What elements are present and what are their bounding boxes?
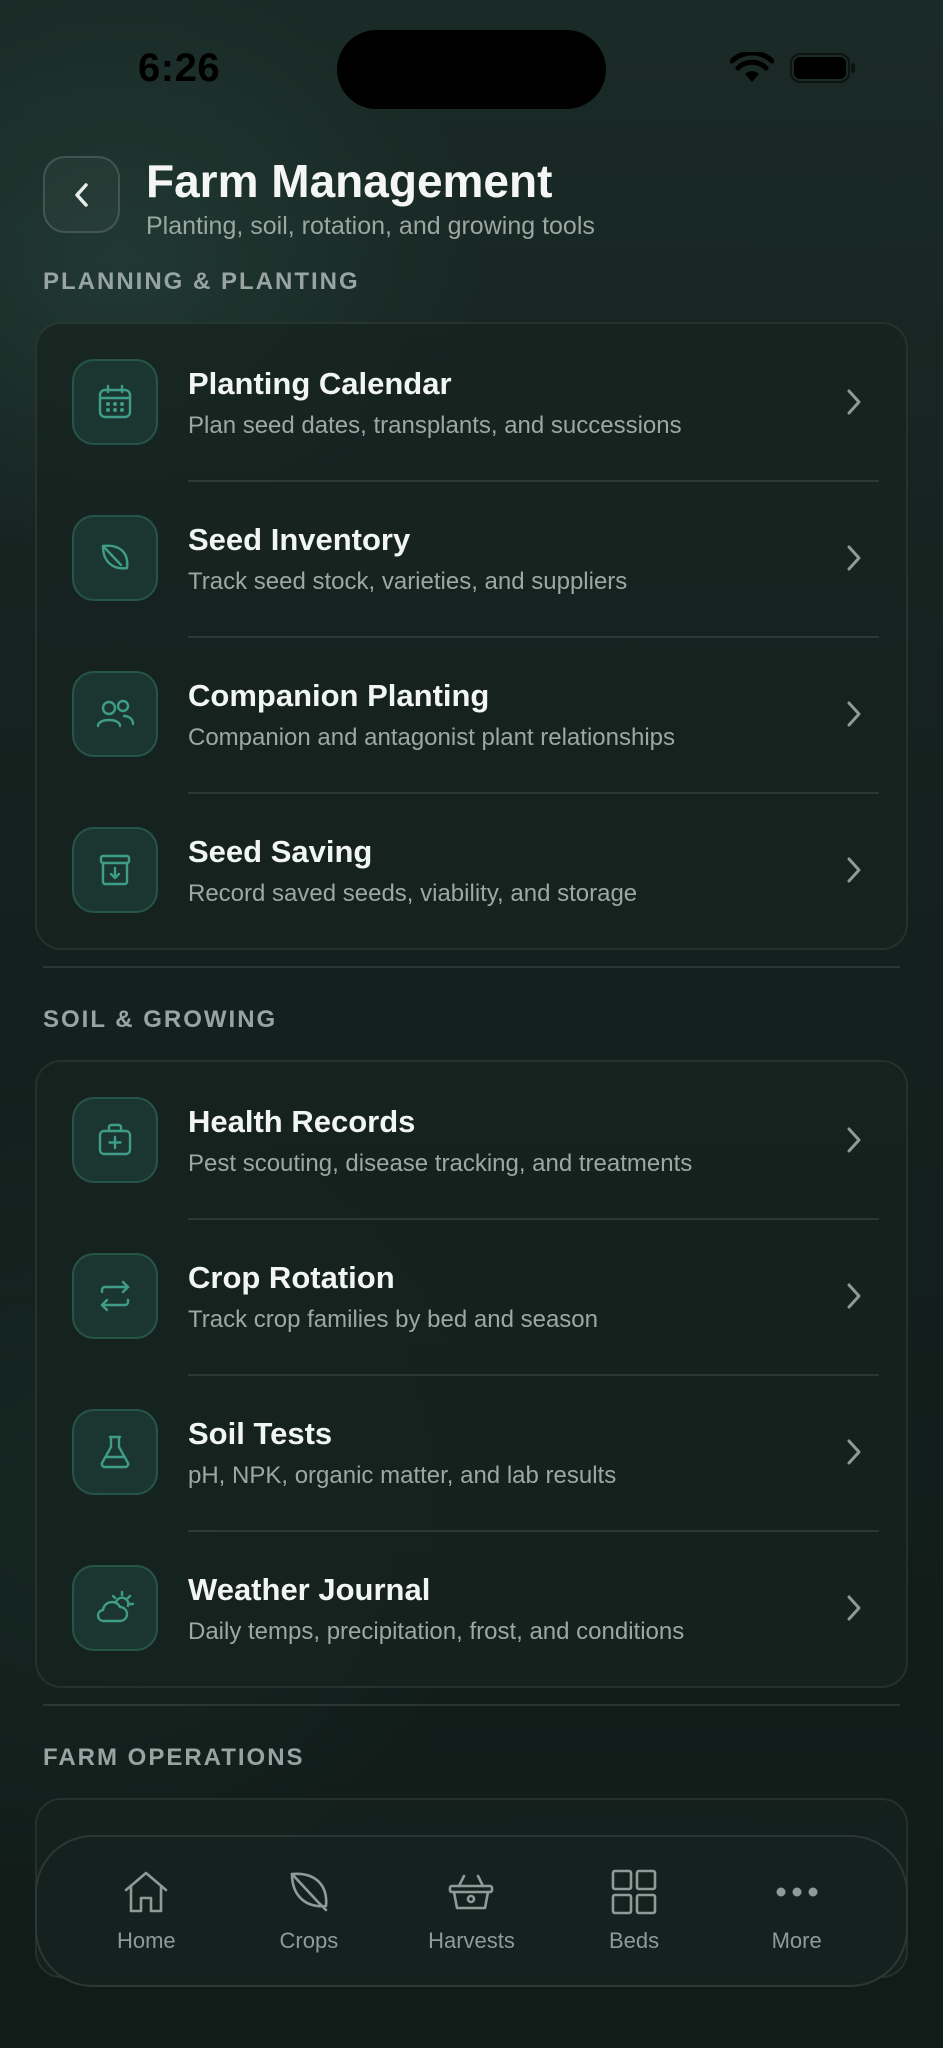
- list-item-planting-calendar[interactable]: Planting Calendar Plan seed dates, trans…: [37, 324, 906, 480]
- basket-icon: [446, 1868, 496, 1916]
- page-subtitle: Planting, soil, rotation, and growing to…: [146, 212, 595, 240]
- tab-harvests[interactable]: Harvests: [396, 1851, 546, 1971]
- list-item-title: Weather Journal: [188, 1572, 431, 1607]
- section-divider: [43, 966, 900, 968]
- list-item-crop-rotation[interactable]: Crop Rotation Track crop families by bed…: [37, 1218, 906, 1374]
- list-item-title: Health Records: [188, 1104, 416, 1139]
- status-time: 6:26: [138, 46, 221, 90]
- chevron-right-icon: [844, 1125, 864, 1155]
- tab-label: More: [771, 1928, 822, 1953]
- battery-icon: [790, 53, 856, 83]
- list-item-title: Seed Inventory: [188, 522, 411, 557]
- list-item-health-records[interactable]: Health Records Pest scouting, disease tr…: [37, 1062, 906, 1218]
- more-icon: [772, 1868, 822, 1916]
- soil-card: Health Records Pest scouting, disease tr…: [35, 1060, 908, 1688]
- calendar-icon: [72, 359, 158, 445]
- tab-label: Harvests: [428, 1928, 515, 1953]
- list-item-title: Crop Rotation: [188, 1260, 395, 1295]
- list-item-subtitle: Record saved seeds, viability, and stora…: [188, 880, 638, 907]
- tab-label: Crops: [279, 1928, 339, 1953]
- rotate-arrows-icon: [72, 1253, 158, 1339]
- section-divider: [43, 1704, 900, 1706]
- users-icon: [72, 671, 158, 757]
- chevron-right-icon: [844, 387, 864, 417]
- list-item-subtitle: Daily temps, precipitation, frost, and c…: [188, 1618, 685, 1645]
- list-item-subtitle: Track crop families by bed and season: [188, 1306, 598, 1333]
- leaf-icon: [284, 1868, 334, 1916]
- back-button[interactable]: [43, 156, 120, 233]
- chevron-left-icon: [69, 180, 95, 210]
- tab-crops[interactable]: Crops: [234, 1851, 384, 1971]
- list-item-companion-planting[interactable]: Companion Planting Companion and antagon…: [37, 636, 906, 792]
- planning-card: Planting Calendar Plan seed dates, trans…: [35, 322, 908, 950]
- chevron-right-icon: [844, 855, 864, 885]
- medical-kit-icon: [72, 1097, 158, 1183]
- list-item-title: Seed Saving: [188, 834, 373, 869]
- chevron-right-icon: [844, 1593, 864, 1623]
- flask-icon: [72, 1409, 158, 1495]
- cloud-sun-icon: [72, 1565, 158, 1651]
- status-bar: 6:26: [0, 0, 943, 130]
- wifi-icon: [730, 52, 774, 84]
- section-label-soil: SOIL & GROWING: [43, 1006, 278, 1033]
- tab-beds[interactable]: Beds: [559, 1851, 709, 1971]
- grid-icon: [609, 1868, 659, 1916]
- leaf-icon: [72, 515, 158, 601]
- tab-more[interactable]: More: [722, 1851, 872, 1971]
- list-item-seed-saving[interactable]: Seed Saving Record saved seeds, viabilit…: [37, 792, 906, 948]
- chevron-right-icon: [844, 1281, 864, 1311]
- page-title: Farm Management: [146, 155, 553, 207]
- list-item-title: Soil Tests: [188, 1416, 333, 1451]
- chevron-right-icon: [844, 1437, 864, 1467]
- chevron-right-icon: [844, 543, 864, 573]
- list-item-soil-tests[interactable]: Soil Tests pH, NPK, organic matter, and …: [37, 1374, 906, 1530]
- list-item-subtitle: Plan seed dates, transplants, and succes…: [188, 412, 682, 439]
- list-item-weather-journal[interactable]: Weather Journal Daily temps, precipitati…: [37, 1530, 906, 1686]
- dynamic-island: [337, 30, 606, 109]
- list-item-title: Planting Calendar: [188, 366, 452, 401]
- tab-label: Home: [116, 1928, 176, 1953]
- list-item-subtitle: Companion and antagonist plant relations…: [188, 724, 675, 751]
- tab-home[interactable]: Home: [71, 1851, 221, 1971]
- list-item-title: Companion Planting: [188, 678, 490, 713]
- list-item-subtitle: Track seed stock, varieties, and supplie…: [188, 568, 628, 595]
- page-header: Farm Management Planting, soil, rotation…: [43, 155, 903, 246]
- section-label-planning: PLANNING & PLANTING: [43, 268, 360, 295]
- list-item-subtitle: Pest scouting, disease tracking, and tre…: [188, 1150, 693, 1177]
- archive-icon: [72, 827, 158, 913]
- bottom-tab-bar: Home Crops Harvests Beds More: [35, 1835, 908, 1987]
- list-item-subtitle: pH, NPK, organic matter, and lab results: [188, 1462, 617, 1489]
- list-item-seed-inventory[interactable]: Seed Inventory Track seed stock, varieti…: [37, 480, 906, 636]
- section-label-operations: FARM OPERATIONS: [43, 1744, 305, 1771]
- home-icon: [121, 1868, 171, 1916]
- tab-label: Beds: [609, 1928, 660, 1953]
- chevron-right-icon: [844, 699, 864, 729]
